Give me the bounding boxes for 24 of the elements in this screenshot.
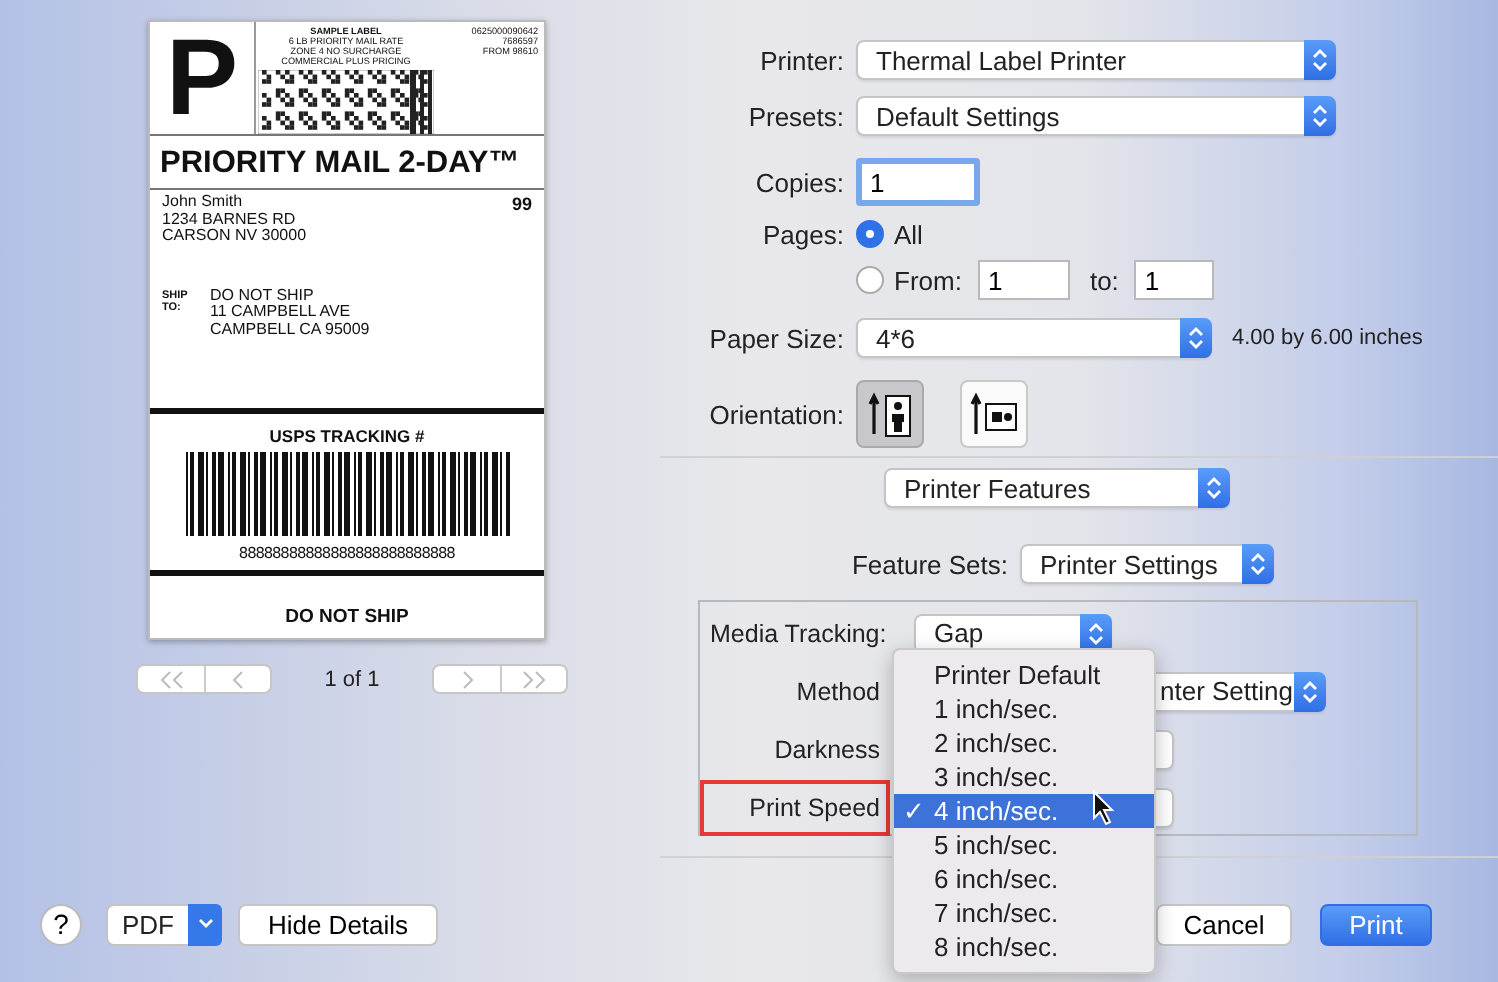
field-label: to: [1089,265,1119,295]
field-label: Copies: [753,167,844,197]
radio-label: From: [894,265,962,295]
tracking-title: USPS TRACKING # [267,425,427,445]
service-letter: P [150,22,256,134]
recipient-address: DO NOT SHIP 11 CAMPBELL AVE CAMPBELL CA 95009 [210,287,372,341]
label-footer: DO NOT SHIP [150,605,544,627]
page-indicator: 1 of 1 [322,667,382,691]
paper-size-note: 4.00 by 6.00 inches [1232,326,1423,350]
field-label: Feature Sets: [849,549,1008,579]
radio-label: All [894,219,923,249]
feature-label: Method [794,675,882,709]
feature-label: Media Tracking: [708,617,889,652]
field-label: Pages: [761,219,844,249]
field-label: Presets: [746,101,844,131]
field-label: Printer: [758,45,844,75]
field-label: Paper Size: [707,323,844,353]
service-title: PRIORITY MAIL 2-DAY™ [150,136,544,190]
zone-number: 99 [511,194,532,218]
sender-address: John Smith 1234 BARNES RD CARSON NV 30000 [162,194,309,245]
tracking-number: 88888888888888888888888888 [237,543,457,561]
feature-label: Print Speed [700,779,890,835]
field-label: Orientation: [707,399,844,429]
feature-label: Darkness [772,733,882,767]
